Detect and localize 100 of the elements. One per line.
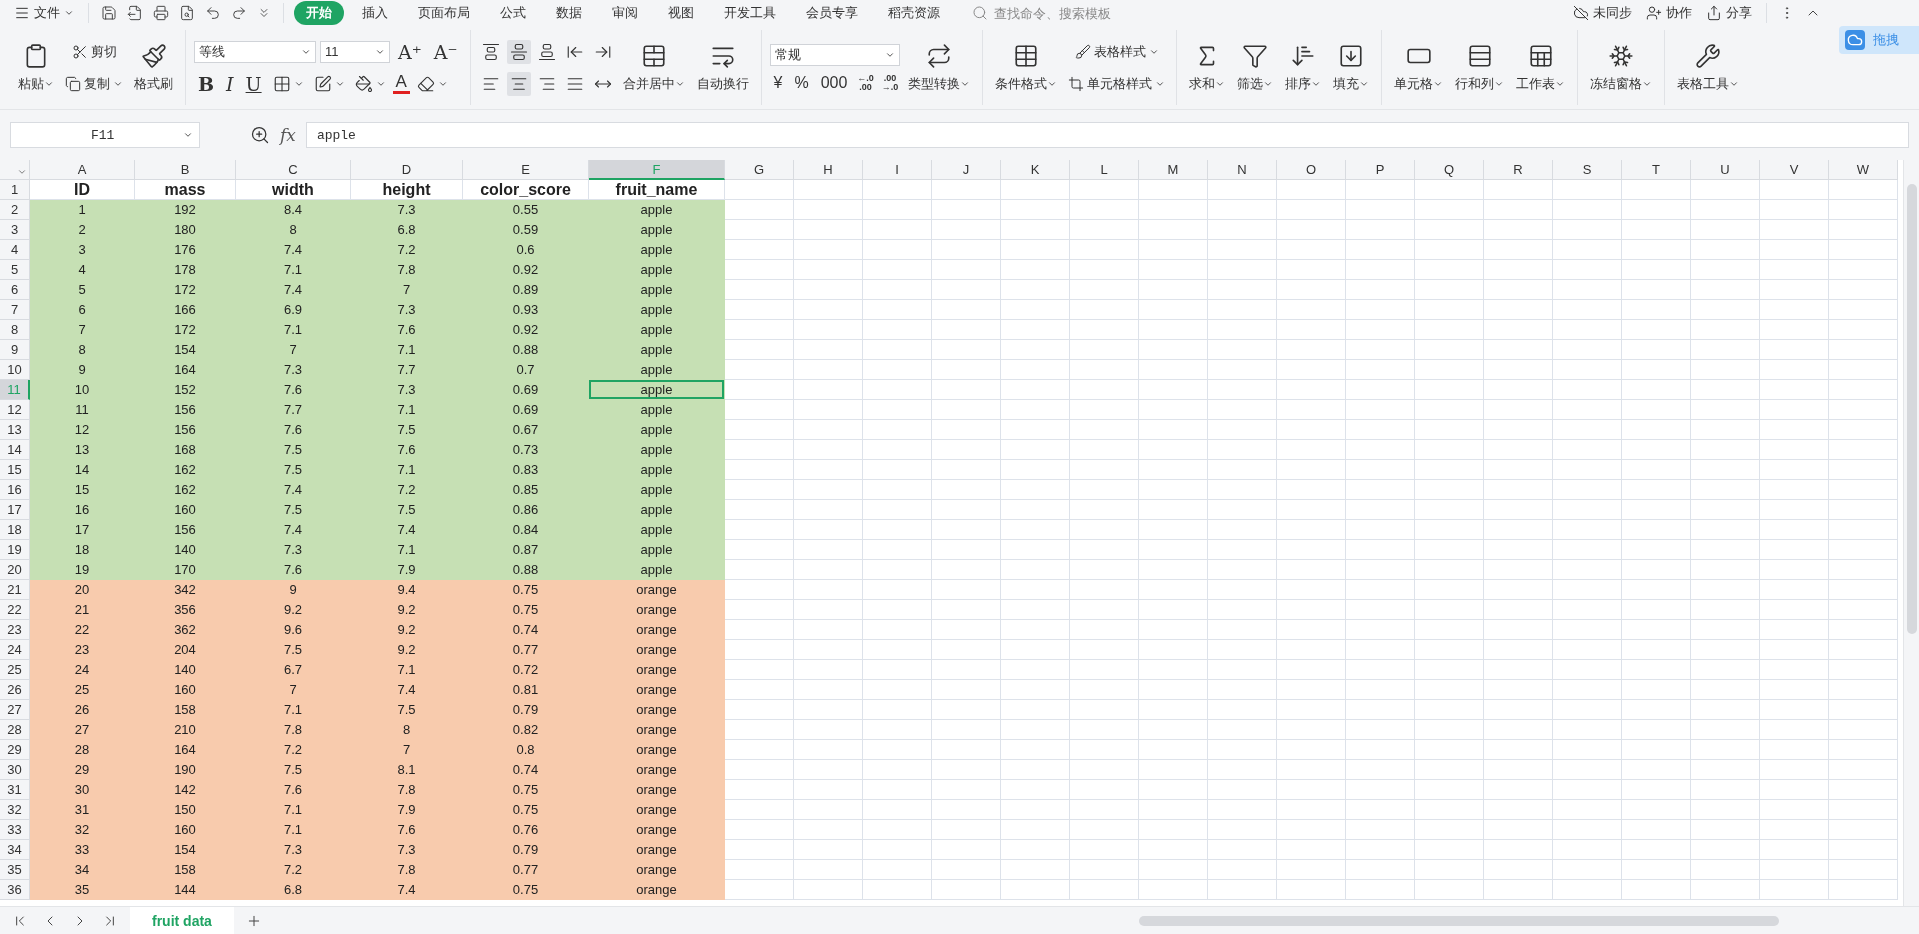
bold-button[interactable]: B xyxy=(194,71,219,96)
print-button[interactable] xyxy=(151,3,171,23)
ribbon-button[interactable]: 冻结窗格 xyxy=(1586,40,1657,95)
row-header[interactable]: 7 xyxy=(0,300,30,320)
row-header[interactable]: 20 xyxy=(0,560,30,580)
row-header[interactable]: 33 xyxy=(0,820,30,840)
column-header[interactable]: H xyxy=(794,160,863,180)
row-header[interactable]: 32 xyxy=(0,800,30,820)
row-header[interactable]: 9 xyxy=(0,340,30,360)
row-header[interactable]: 26 xyxy=(0,680,30,700)
row-header[interactable]: 27 xyxy=(0,700,30,720)
conditional-format-button[interactable]: 条件格式 xyxy=(991,40,1062,95)
row-header[interactable]: 22 xyxy=(0,600,30,620)
column-header[interactable]: I xyxy=(863,160,932,180)
column-header[interactable]: O xyxy=(1277,160,1346,180)
remove-decimal-button[interactable]: .00 →.0 xyxy=(879,73,901,92)
column-header[interactable]: S xyxy=(1553,160,1622,180)
ribbon-button[interactable]: 求和 xyxy=(1185,40,1230,95)
column-header[interactable]: B xyxy=(135,160,236,180)
row-header[interactable]: 16 xyxy=(0,480,30,500)
menu-tab[interactable]: 视图 xyxy=(656,1,706,25)
search-field[interactable]: 查找命令、搜索模板 xyxy=(972,4,1152,22)
file-menu[interactable]: 文件 xyxy=(10,2,78,24)
italic-button[interactable]: I xyxy=(222,71,238,96)
row-header[interactable]: 14 xyxy=(0,440,30,460)
wrap-text-button[interactable]: 自动换行 xyxy=(692,40,753,95)
paste-button[interactable]: 粘贴 xyxy=(14,40,58,95)
row-header[interactable]: 30 xyxy=(0,760,30,780)
row-header[interactable]: 2 xyxy=(0,200,30,220)
font-field[interactable]: 等线 xyxy=(194,40,316,63)
column-header[interactable]: V xyxy=(1760,160,1829,180)
menu-tab[interactable]: 会员专享 xyxy=(794,1,870,25)
thousands-button[interactable]: 000 xyxy=(816,73,852,92)
row-header[interactable]: 34 xyxy=(0,840,30,860)
copy-button[interactable]: 复制 xyxy=(62,71,126,96)
column-header[interactable]: C xyxy=(236,160,351,180)
column-header[interactable]: W xyxy=(1829,160,1898,180)
column-header[interactable]: N xyxy=(1208,160,1277,180)
row-header[interactable]: 18 xyxy=(0,520,30,540)
formula-field[interactable]: apple xyxy=(305,122,1909,148)
row-header[interactable]: 19 xyxy=(0,540,30,560)
row-header[interactable]: 36 xyxy=(0,880,30,900)
toolbar-action[interactable]: 未同步 xyxy=(1569,2,1636,24)
menu-tab[interactable]: 插入 xyxy=(350,1,400,25)
row-header[interactable]: 6 xyxy=(0,280,30,300)
align-button[interactable] xyxy=(506,39,531,64)
row-header[interactable]: 8 xyxy=(0,320,30,340)
menu-tab[interactable]: 稻壳资源 xyxy=(876,1,952,25)
font-size-field[interactable]: 11 xyxy=(320,40,390,63)
save-button[interactable] xyxy=(99,3,119,23)
row-header[interactable]: 24 xyxy=(0,640,30,660)
column-header[interactable]: G xyxy=(725,160,794,180)
row-header[interactable]: 3 xyxy=(0,220,30,240)
table-style-button[interactable]: 表格样式 xyxy=(1065,39,1169,64)
row-header[interactable]: 15 xyxy=(0,460,30,480)
percent-button[interactable]: % xyxy=(790,73,813,92)
menu-tab[interactable]: 数据 xyxy=(544,1,594,25)
font-grow-button[interactable]: A⁺ xyxy=(394,39,426,64)
cell-style-button[interactable]: 单元格样式 xyxy=(1065,71,1169,96)
currency-button[interactable]: ¥ xyxy=(769,73,787,92)
format-painter-button[interactable]: 格式刷 xyxy=(130,40,177,95)
ribbon-button[interactable]: 工作表 xyxy=(1512,40,1570,95)
column-header[interactable]: E xyxy=(463,160,589,180)
column-header[interactable]: D xyxy=(351,160,463,180)
row-header[interactable]: 35 xyxy=(0,860,30,880)
font-color-button[interactable]: A xyxy=(392,73,410,94)
ribbon-button[interactable]: 单元格 xyxy=(1390,40,1448,95)
number-format-field[interactable]: 常规 xyxy=(769,43,900,66)
toolbar-action[interactable]: 协作 xyxy=(1642,2,1696,24)
column-header[interactable]: U xyxy=(1691,160,1760,180)
ribbon-button[interactable]: 排序 xyxy=(1281,40,1326,95)
ribbon-button[interactable]: 筛选 xyxy=(1233,40,1278,95)
row-header[interactable]: 25 xyxy=(0,660,30,680)
toolbar-action[interactable]: 分享 xyxy=(1702,2,1756,24)
convert-button[interactable]: 类型转换 xyxy=(904,40,975,95)
ribbon-button[interactable]: 填充 xyxy=(1329,40,1374,95)
row-header[interactable]: 28 xyxy=(0,720,30,740)
row-header[interactable]: 29 xyxy=(0,740,30,760)
align-button[interactable] xyxy=(506,71,531,96)
vertical-scrollbar[interactable] xyxy=(1903,160,1919,906)
column-header[interactable]: K xyxy=(1001,160,1070,180)
row-header[interactable]: 10 xyxy=(0,360,30,380)
column-header[interactable]: L xyxy=(1070,160,1139,180)
row-header[interactable]: 17 xyxy=(0,500,30,520)
row-header[interactable]: 4 xyxy=(0,240,30,260)
column-header[interactable]: T xyxy=(1622,160,1691,180)
column-header[interactable]: P xyxy=(1346,160,1415,180)
ribbon-button[interactable]: 行和列 xyxy=(1451,40,1509,95)
font-shrink-button[interactable]: A⁻ xyxy=(429,39,462,64)
cut-button[interactable]: 剪切 xyxy=(62,39,126,64)
column-header[interactable]: R xyxy=(1484,160,1553,180)
underline-button[interactable]: U xyxy=(241,71,266,96)
empty-cells-area[interactable] xyxy=(725,180,1898,900)
column-header[interactable]: M xyxy=(1139,160,1208,180)
menu-tab[interactable]: 审阅 xyxy=(600,1,650,25)
menu-tab[interactable]: 页面布局 xyxy=(406,1,482,25)
row-header[interactable]: 23 xyxy=(0,620,30,640)
row-header[interactable]: 31 xyxy=(0,780,30,800)
add-decimal-button[interactable]: ←.0 .00 xyxy=(855,73,876,92)
menu-tab[interactable]: 开发工具 xyxy=(712,1,788,25)
